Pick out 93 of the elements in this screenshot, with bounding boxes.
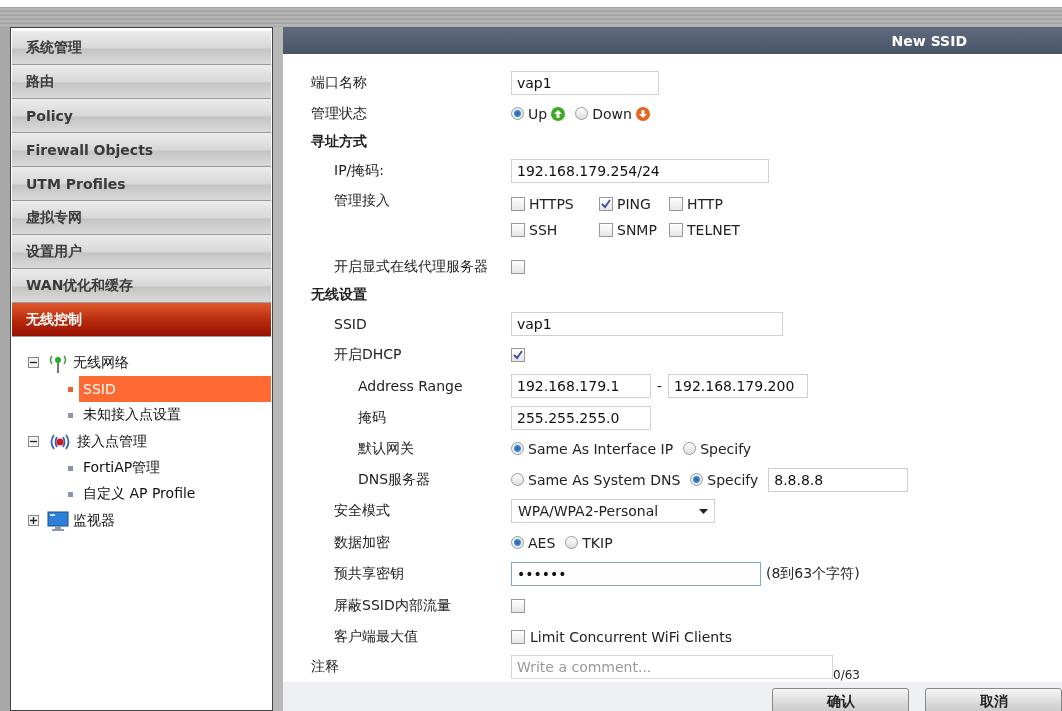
field-label: Address Range xyxy=(358,378,464,394)
text-field[interactable]: vap1 xyxy=(511,70,659,95)
cancel-button[interactable]: 取消 xyxy=(925,688,1062,711)
radio-button[interactable] xyxy=(511,107,524,120)
checkbox-option[interactable]: TELNET xyxy=(669,222,741,238)
menu-item[interactable]: 路由 xyxy=(12,65,272,99)
field-label: 屏蔽SSID内部流量 xyxy=(334,596,452,615)
checkbox[interactable] xyxy=(511,259,525,274)
down-arrow-icon xyxy=(635,106,650,121)
collapse-icon[interactable] xyxy=(28,357,39,368)
checkbox[interactable] xyxy=(511,347,525,362)
checkbox[interactable] xyxy=(669,197,683,211)
panel-title: New SSID xyxy=(891,32,967,49)
text-field[interactable]: 192.168.179.200 xyxy=(668,374,809,398)
checkbox[interactable] xyxy=(511,598,525,613)
monitor-icon xyxy=(47,510,69,531)
tree-item[interactable]: 未知接入点设置 xyxy=(79,402,272,428)
menu-item[interactable]: 无线控制 xyxy=(12,303,272,337)
field-label: 注释 xyxy=(311,658,340,676)
text-field[interactable]: 192.168.179.1 xyxy=(511,374,651,398)
tree-item[interactable]: FortiAP管理 xyxy=(79,455,272,481)
field-label: 管理状态 xyxy=(311,104,368,123)
field-hint: (8到63个字符) xyxy=(766,565,860,583)
radio-option[interactable]: AES xyxy=(511,534,556,551)
checkbox-option[interactable]: HTTP xyxy=(669,196,741,212)
field-label: IP/掩码: xyxy=(334,161,385,180)
text-field[interactable]: vap1 xyxy=(511,311,783,336)
checkbox-option[interactable]: SSH xyxy=(511,222,589,238)
checkbox[interactable] xyxy=(599,223,613,237)
text-field[interactable]: 255.255.255.0 xyxy=(511,405,651,430)
menu-item[interactable]: 系统管理 xyxy=(12,31,272,65)
caret-icon xyxy=(699,508,708,514)
radio-button[interactable] xyxy=(511,442,524,455)
radio-option[interactable]: Up xyxy=(511,105,566,122)
text-field[interactable]: 192.168.179.254/24 xyxy=(511,158,769,183)
radio-option[interactable]: Specify xyxy=(690,471,759,488)
menu-item[interactable]: 设置用户 xyxy=(12,235,272,269)
checkbox-text: Limit Concurrent WiFi Clients xyxy=(530,628,732,645)
field-label: 开启显式在线代理服务器 xyxy=(334,257,489,276)
field-label: 管理接入 xyxy=(334,191,391,210)
checkbox-option[interactable]: PING xyxy=(599,196,659,212)
tree-item[interactable]: 监视器 xyxy=(73,511,115,530)
bullet-icon xyxy=(68,465,73,471)
field-label: 默认网关 xyxy=(358,439,415,458)
radio-option[interactable]: Same As Interface IP xyxy=(511,440,674,457)
field-label: DNS服务器 xyxy=(358,470,432,489)
field-label: 数据加密 xyxy=(334,533,391,552)
checkbox-option[interactable]: SNMP xyxy=(599,222,659,238)
radio-option[interactable]: Same As System DNS xyxy=(511,471,681,488)
field-label: 掩码 xyxy=(358,408,387,427)
tree-item[interactable]: 自定义 AP Profile xyxy=(79,481,272,507)
radio-option[interactable]: Specify xyxy=(683,440,752,457)
field-label: 端口名称 xyxy=(311,73,368,92)
menu-item[interactable]: Policy xyxy=(12,99,272,133)
tree-item[interactable]: 无线网络 xyxy=(73,353,129,372)
field-label: 预共享密钥 xyxy=(334,565,405,583)
confirm-button[interactable]: 确认 xyxy=(772,688,909,711)
dropdown[interactable]: WPA/WPA2-Personal xyxy=(511,499,715,523)
radio-button[interactable] xyxy=(511,536,524,549)
radio-button[interactable] xyxy=(565,536,579,549)
bullet-icon xyxy=(68,491,73,497)
char-counter: 0/63 xyxy=(833,668,860,682)
radio-button[interactable] xyxy=(683,442,697,455)
field-label: 寻址方式 xyxy=(311,133,368,151)
menu-item[interactable]: WAN优化和缓存 xyxy=(12,269,272,303)
checkbox-option[interactable]: HTTPS xyxy=(511,196,589,212)
checkbox[interactable] xyxy=(669,223,683,237)
radio-button[interactable] xyxy=(690,473,704,486)
checkbox[interactable] xyxy=(511,629,525,644)
field-label: 客户端最大值 xyxy=(334,627,419,646)
bullet-icon xyxy=(68,386,73,392)
field-label: 安全模式 xyxy=(334,502,391,520)
radio-option[interactable]: Down xyxy=(575,105,650,122)
range-separator: - xyxy=(657,378,663,394)
text-field[interactable]: 8.8.8.8 xyxy=(768,467,909,492)
field-label: 无线设置 xyxy=(311,286,368,304)
password-field[interactable]: •••••• xyxy=(511,562,761,586)
menu-item[interactable]: Firewall Objects xyxy=(12,133,272,167)
menu-item[interactable]: UTM Profiles xyxy=(12,167,272,201)
checkbox[interactable] xyxy=(511,223,525,237)
radio-option[interactable]: TKIP xyxy=(565,534,613,551)
bullet-icon xyxy=(68,412,73,418)
field-label: 开启DHCP xyxy=(334,345,403,364)
checkbox[interactable] xyxy=(599,197,613,211)
radio-button[interactable] xyxy=(575,107,589,120)
radio-button[interactable] xyxy=(511,473,524,486)
up-arrow-icon xyxy=(551,106,566,121)
checkbox[interactable] xyxy=(511,197,525,211)
menu-item[interactable]: 虚拟专网 xyxy=(12,201,272,235)
tree-item[interactable]: 接入点管理 xyxy=(77,432,147,451)
collapse-icon[interactable] xyxy=(28,436,39,447)
field-label: SSID xyxy=(334,315,368,332)
expand-icon[interactable] xyxy=(28,515,39,526)
